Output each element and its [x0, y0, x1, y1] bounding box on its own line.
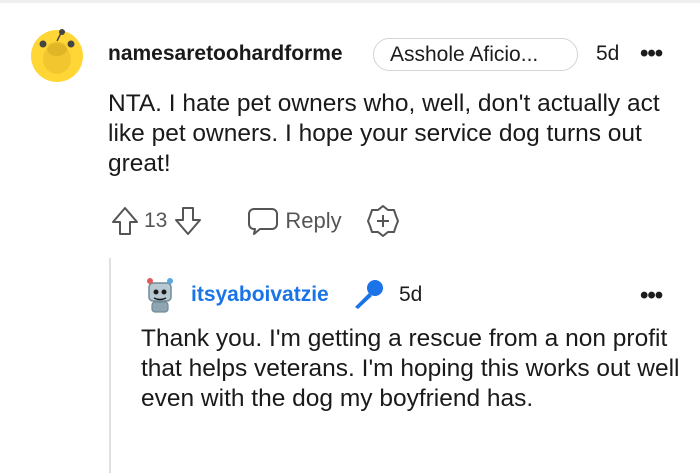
upvote-arrow-icon	[112, 207, 138, 235]
reply-timestamp: 5d	[399, 283, 423, 306]
reply-button[interactable]: Reply	[247, 206, 342, 236]
top-divider	[0, 0, 700, 3]
thread-line[interactable]	[109, 258, 111, 473]
microphone-icon	[355, 280, 383, 309]
comment-actions: 13 Reply	[110, 203, 400, 239]
reply-label: Reply	[285, 208, 342, 233]
robot-avatar-icon	[142, 277, 178, 313]
vote-count: 13	[144, 209, 168, 232]
more-options-button[interactable]: •••	[640, 40, 663, 68]
plus-award-icon	[366, 205, 399, 237]
comment-body: NTA. I hate pet owners who, well, don't …	[108, 90, 660, 177]
comment-username[interactable]: namesaretoohardforme	[108, 42, 343, 66]
reply-body: Thank you. I'm getting a rescue from a n…	[141, 325, 680, 412]
upvote-button[interactable]	[110, 205, 140, 237]
avatar[interactable]	[31, 27, 83, 82]
reddit-snoo-avatar-icon	[31, 29, 83, 82]
reply-username[interactable]: itsyaboivatzie	[191, 283, 329, 307]
comment-timestamp: 5d	[596, 42, 620, 65]
reply-more-options-button[interactable]: •••	[640, 282, 663, 310]
speech-bubble-icon	[248, 208, 279, 235]
user-flair: Asshole Aficio...	[373, 38, 578, 71]
op-badge	[351, 278, 385, 310]
downvote-button[interactable]	[173, 205, 203, 237]
reply-avatar[interactable]	[141, 274, 179, 314]
downvote-arrow-icon	[175, 207, 202, 235]
give-award-button[interactable]	[366, 204, 400, 238]
